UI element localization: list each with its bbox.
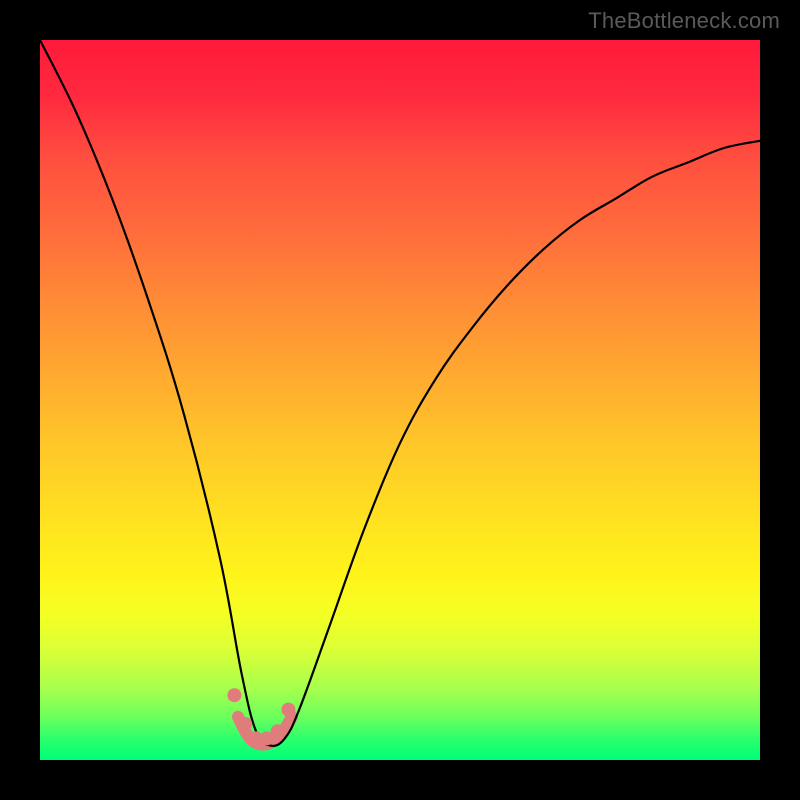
marker-point [238,717,252,731]
marker-point [227,688,241,702]
chart-frame: TheBottleneck.com [0,0,800,800]
plot-area [40,40,760,760]
marker-point [281,703,295,717]
bottleneck-curve [40,40,760,746]
watermark-text: TheBottleneck.com [588,8,780,34]
marker-point [271,724,285,738]
curve-svg [40,40,760,760]
